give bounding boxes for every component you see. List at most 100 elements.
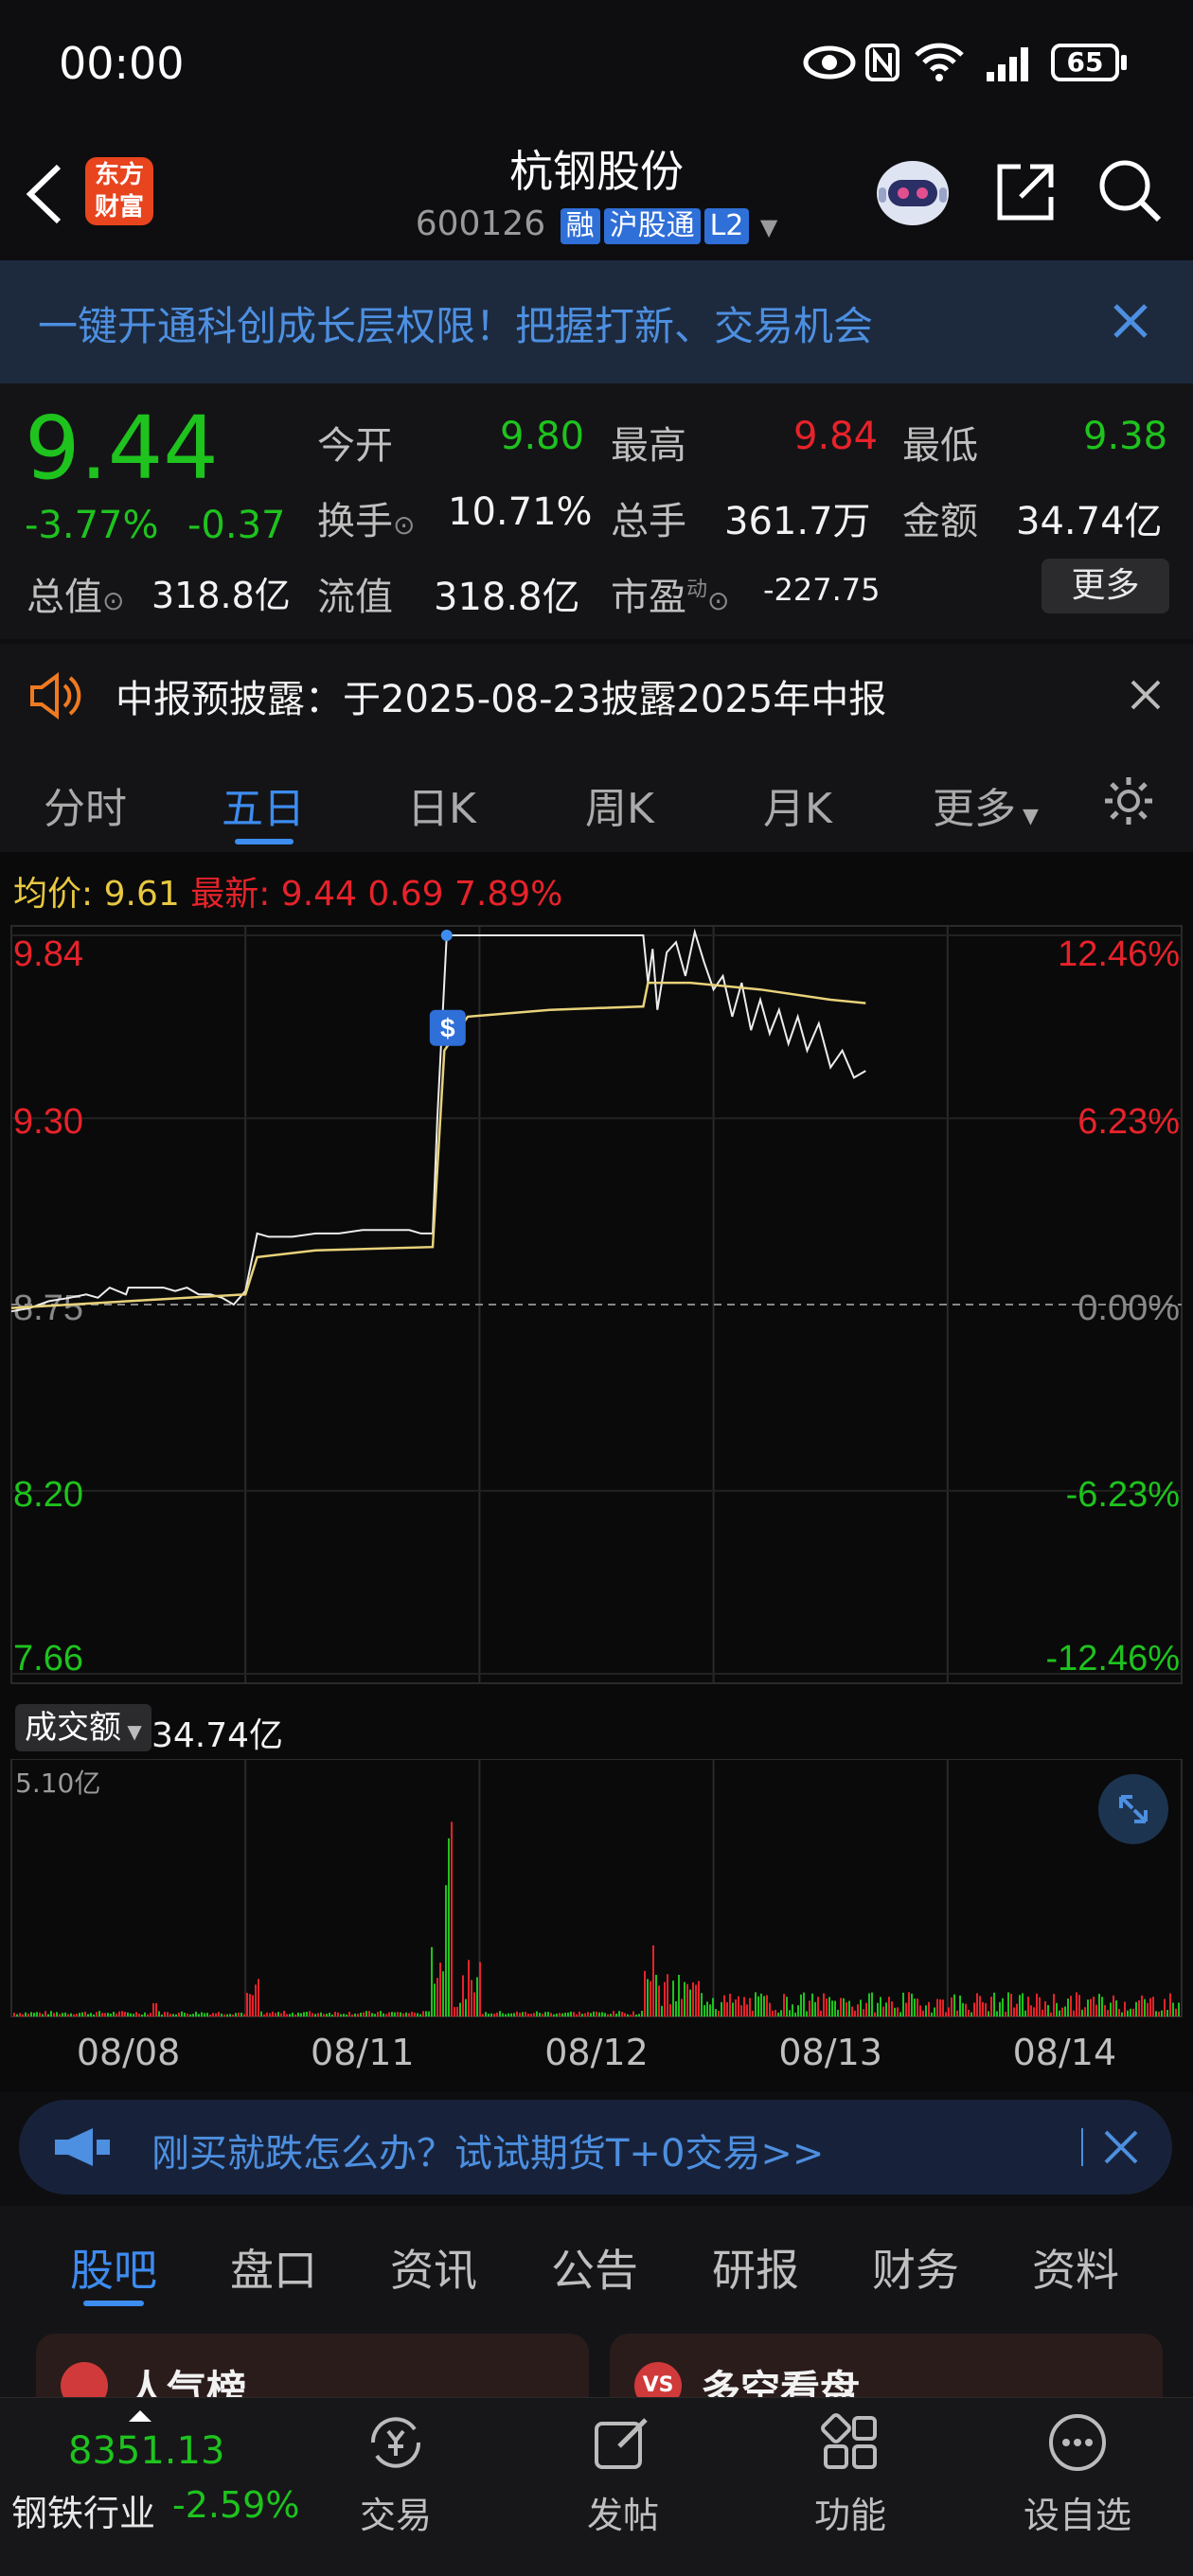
volume-bar [141, 2014, 143, 2016]
volume-bar [865, 2002, 867, 2016]
latest-label: 最新: [190, 875, 271, 914]
futures-tip-banner[interactable]: 刚买就跌怎么办？试试期货T+0交易>> [19, 2100, 1172, 2194]
nav-add-watchlist[interactable]: 设自选 [992, 2486, 1163, 2538]
volume-bar [811, 1993, 813, 2016]
sector-index-value[interactable]: 8351.13 [68, 2429, 224, 2473]
volume-bar [777, 2012, 779, 2016]
volume-bar [70, 2013, 72, 2016]
volume-bar [1132, 2008, 1134, 2016]
volume-bar [135, 2012, 137, 2016]
volume-bar [757, 1996, 759, 2016]
tab-forum[interactable]: 股吧 [70, 2236, 157, 2299]
volume-bar [740, 2005, 742, 2016]
close-icon[interactable] [1102, 2128, 1140, 2166]
info-icon[interactable]: ⊙ [102, 585, 124, 616]
tab-finance[interactable]: 财务 [872, 2236, 959, 2299]
volume-bar [67, 2014, 69, 2016]
tab-profile[interactable]: 资料 [1032, 2236, 1119, 2299]
volume-bar [1101, 1997, 1103, 2016]
tab-daily-k[interactable]: 日K [407, 774, 476, 835]
post-icon[interactable] [591, 2412, 655, 2473]
volume-selector[interactable]: 成交额 ▼ [15, 1704, 151, 1751]
volume-bar [598, 2012, 600, 2016]
volume-bar [36, 2012, 38, 2016]
volume-bar [789, 2010, 791, 2016]
trade-icon[interactable] [362, 2412, 430, 2473]
tip-text[interactable]: 刚买就跌怎么办？试试期货T+0交易>> [151, 2123, 824, 2177]
volume-bar [417, 2013, 418, 2016]
volume-bar [292, 2012, 294, 2016]
sector-pct[interactable]: -2.59% [172, 2484, 299, 2526]
dropdown-triangle-icon[interactable]: ▼ [760, 214, 777, 240]
volume-bar [405, 2012, 407, 2016]
volume-bar [184, 2013, 186, 2016]
volume-bar [948, 2007, 950, 2016]
popularity-card[interactable]: 人气榜 [36, 2334, 589, 2413]
signal-icon [987, 47, 1028, 81]
expand-button[interactable] [1098, 1774, 1168, 1844]
volume-bar [792, 2004, 793, 2016]
notice-text[interactable]: 中报预披露：于2025-08-23披露2025年中报 [116, 668, 886, 723]
tab-announcements[interactable]: 公告 [551, 2236, 638, 2299]
tab-news[interactable]: 资讯 [390, 2236, 477, 2299]
nav-trade[interactable]: 交易 [311, 2486, 481, 2538]
sector-name[interactable]: 钢铁行业 [11, 2484, 155, 2536]
volume-bar [1158, 2011, 1160, 2016]
tab-five-day[interactable]: 五日 [222, 774, 305, 835]
promo-text[interactable]: 一键开通科创成长层权限！把握打新、交易机会 [38, 294, 873, 352]
volume-bar [550, 2013, 552, 2016]
volume-bar [340, 2014, 342, 2016]
share-icon[interactable] [992, 159, 1059, 225]
tab-more[interactable]: 更多 ▼ [933, 774, 1039, 835]
volume-bar [59, 2014, 61, 2016]
volume-bar [56, 2012, 58, 2016]
notice-bar[interactable]: 中报预披露：于2025-08-23披露2025年中报 [0, 644, 1193, 748]
volume-bar [755, 1992, 757, 2016]
volume-bar [596, 2011, 597, 2016]
x-tick-label: 08/11 [311, 2032, 415, 2073]
volume-bar [1172, 2002, 1174, 2016]
volume-bar [275, 2013, 276, 2016]
volume-bar [732, 2002, 734, 2016]
y-tick-right: -12.46% [1045, 1639, 1180, 1679]
robot-assistant-icon[interactable] [873, 153, 953, 229]
volume-bar [763, 1996, 765, 2016]
info-icon[interactable]: ⊙ [707, 585, 729, 616]
volume-bar [39, 2012, 41, 2016]
close-icon[interactable] [1110, 300, 1151, 342]
volume-bar [121, 2011, 123, 2016]
tab-research[interactable]: 研报 [712, 2236, 799, 2299]
nav-post[interactable]: 发帖 [538, 2486, 708, 2538]
volume-bar [456, 2006, 458, 2016]
status-bar: 00:00 65 [0, 0, 1193, 133]
volume-bar [223, 2014, 225, 2016]
volume-bar [269, 2013, 271, 2016]
more-circle-icon[interactable] [1047, 2412, 1108, 2473]
price-chart[interactable]: 9.84 12.46%9.30 6.23%8.75 0.00%8.20 -6.23%7.… [0, 916, 1193, 1702]
volume-bar [357, 2014, 359, 2016]
nav-functions[interactable]: 功能 [765, 2486, 935, 2538]
promo-banner[interactable]: 一键开通科创成长层权限！把握打新、交易机会 [0, 260, 1193, 383]
tab-weekly-k[interactable]: 周K [585, 774, 654, 835]
tab-intraday[interactable]: 分时 [44, 774, 127, 835]
volume-bar [314, 2014, 316, 2016]
volume-bar [150, 2013, 151, 2016]
grid-icon[interactable] [820, 2412, 881, 2473]
tab-order-book[interactable]: 盘口 [230, 2236, 317, 2299]
volume-chart[interactable] [0, 1759, 1193, 2024]
info-icon[interactable]: ⊙ [393, 509, 415, 541]
x-axis: 08/08 08/11 08/12 08/13 08/14 [0, 2026, 1193, 2083]
tab-monthly-k[interactable]: 月K [763, 774, 832, 835]
close-icon[interactable] [1129, 678, 1163, 712]
gear-icon[interactable] [1102, 774, 1155, 827]
more-button[interactable]: 更多 [1042, 559, 1169, 613]
volume-bar [973, 2002, 975, 2016]
search-icon[interactable] [1096, 157, 1165, 225]
volume-bar [953, 1994, 955, 2016]
volume-bar [81, 2012, 83, 2016]
volume-bar [1076, 1992, 1077, 2016]
volume-bar [615, 2014, 617, 2016]
volume-bar [27, 2013, 29, 2016]
long-short-card[interactable]: VS 多空看盘 [610, 2334, 1163, 2413]
volume-bar [164, 2012, 166, 2016]
